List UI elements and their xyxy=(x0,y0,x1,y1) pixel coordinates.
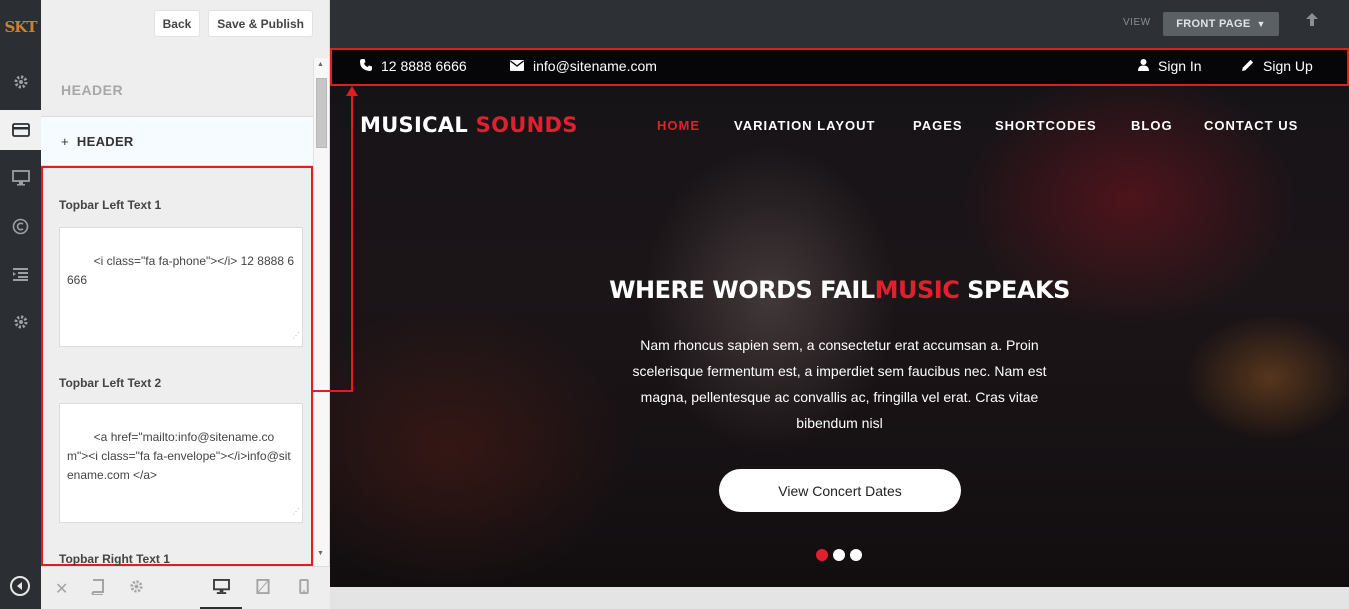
hero-text: Nam rhoncus sapien sem, a consectetur er… xyxy=(632,337,1047,431)
phone-icon xyxy=(360,58,372,74)
scrollbar-thumb[interactable] xyxy=(316,78,327,148)
list-indent-icon[interactable] xyxy=(0,254,41,294)
view-label: VIEW xyxy=(1123,17,1151,28)
slider-dot-3[interactable] xyxy=(850,549,862,561)
topbar-phone[interactable]: 12 8888 6666 xyxy=(360,58,467,74)
settings-gear-icon[interactable] xyxy=(0,302,41,342)
site-preview: VIEW FRONT PAGE ▼ 12 8888 6666 info@site… xyxy=(330,0,1349,609)
page-select-value: FRONT PAGE xyxy=(1176,18,1251,30)
copyright-icon[interactable] xyxy=(0,206,41,246)
slider-dot-1[interactable] xyxy=(816,549,828,561)
field-label-topbar-left-2: Topbar Left Text 2 xyxy=(59,376,162,390)
back-button[interactable]: Back xyxy=(153,10,201,37)
subsection-header[interactable]: + HEADER xyxy=(41,116,313,166)
textarea-topbar-left-1[interactable]: <i class="fa fa-phone"></i> 12 8888 6666… xyxy=(59,227,303,347)
customizer-screen: SKT Back Save & Publish HEADER + HEADER … xyxy=(0,0,1349,609)
connector-line-vertical xyxy=(351,95,353,392)
topbar-highlight: 12 8888 6666 info@sitename.com Sign In S… xyxy=(330,48,1349,86)
mobile-preview-icon[interactable] xyxy=(299,579,309,599)
site-logo[interactable]: MUSICAL SOUNDS xyxy=(360,113,578,137)
chevron-down-icon: ▼ xyxy=(1256,19,1266,29)
preview-footer-strip xyxy=(330,587,1349,609)
hero-title-b: MUSIC xyxy=(874,276,960,304)
close-icon[interactable]: ✕ xyxy=(55,579,68,599)
desktop-preview-icon[interactable] xyxy=(213,579,230,599)
icon-rail: SKT xyxy=(0,0,41,609)
header-card-icon[interactable] xyxy=(0,110,41,150)
front-page-select[interactable]: FRONT PAGE ▼ xyxy=(1163,12,1279,36)
resize-grip-icon[interactable]: ⋰ xyxy=(292,326,300,345)
nav-shortcodes[interactable]: SHORTCODES xyxy=(995,118,1097,133)
email-text: info@sitename.com xyxy=(533,58,657,74)
section-title: HEADER xyxy=(61,82,124,98)
nav-variation-layout[interactable]: VARIATION LAYOUT xyxy=(734,118,875,133)
scroll-down-icon[interactable]: ▼ xyxy=(317,550,324,557)
preview-toolbar: VIEW FRONT PAGE ▼ xyxy=(330,0,1349,48)
settings-fields-highlight: Topbar Left Text 1 <i class="fa fa-phone… xyxy=(41,166,313,566)
customizer-panel: Back Save & Publish HEADER + HEADER Topb… xyxy=(41,0,330,609)
book-icon[interactable] xyxy=(91,579,105,600)
textarea-topbar-left-2[interactable]: <a href="mailto:info@sitename.com"><i cl… xyxy=(59,403,303,523)
textarea-value: <i class="fa fa-phone"></i> 12 8888 6666 xyxy=(67,254,295,287)
arrow-up-icon[interactable] xyxy=(1306,13,1318,29)
monitor-icon[interactable] xyxy=(0,158,41,198)
user-icon xyxy=(1138,58,1149,74)
nav-home[interactable]: HOME xyxy=(657,118,700,133)
envelope-icon xyxy=(510,58,524,74)
panel-actions: Back Save & Publish xyxy=(153,10,313,37)
gear-icon[interactable] xyxy=(0,62,41,102)
sign-in-text: Sign In xyxy=(1158,58,1202,74)
resize-grip-icon[interactable]: ⋰ xyxy=(292,502,300,521)
nav-blog[interactable]: BLOG xyxy=(1131,118,1173,133)
scroll-up-icon[interactable]: ▲ xyxy=(317,61,324,68)
field-label-topbar-left-1: Topbar Left Text 1 xyxy=(59,198,162,212)
site-canvas: 12 8888 6666 info@sitename.com Sign In S… xyxy=(330,48,1349,587)
panel-footer: ✕ xyxy=(41,566,330,609)
brand-logo: SKT xyxy=(4,18,37,36)
tablet-preview-icon[interactable] xyxy=(256,579,270,599)
sign-in-link[interactable]: Sign In xyxy=(1138,58,1202,74)
view-concert-dates-button[interactable]: View Concert Dates xyxy=(719,469,961,512)
plus-icon: + xyxy=(61,133,69,149)
slider-dot-2[interactable] xyxy=(833,549,845,561)
connector-line-horizontal xyxy=(312,390,353,392)
nav-contact-us[interactable]: CONTACT US xyxy=(1204,118,1298,133)
phone-text: 12 8888 6666 xyxy=(381,58,467,74)
save-publish-button[interactable]: Save & Publish xyxy=(208,10,313,37)
logo-part-1: MUSICAL xyxy=(360,113,469,137)
logo-part-2: SOUNDS xyxy=(475,113,578,137)
collapse-back-icon[interactable] xyxy=(10,576,30,596)
settings-icon[interactable] xyxy=(129,579,144,599)
nav-pages[interactable]: PAGES xyxy=(913,118,963,133)
topbar-email[interactable]: info@sitename.com xyxy=(510,58,657,74)
hero-title-a: WHERE WORDS FAIL xyxy=(609,276,875,304)
subsection-label: HEADER xyxy=(76,133,134,149)
sign-up-text: Sign Up xyxy=(1263,58,1313,74)
field-label-topbar-right-1: Topbar Right Text 1 xyxy=(59,552,170,566)
pencil-icon xyxy=(1242,58,1254,74)
hero-title: WHERE WORDS FAILMUSIC SPEAKS xyxy=(330,276,1349,304)
hero-title-c: SPEAKS xyxy=(959,276,1070,304)
connector-arrowhead-icon xyxy=(346,86,358,96)
textarea-value: <a href="mailto:info@sitename.com"><i cl… xyxy=(67,430,291,482)
panel-scrollbar[interactable]: ▲ ▼ xyxy=(313,58,329,566)
sign-up-link[interactable]: Sign Up xyxy=(1242,58,1313,74)
